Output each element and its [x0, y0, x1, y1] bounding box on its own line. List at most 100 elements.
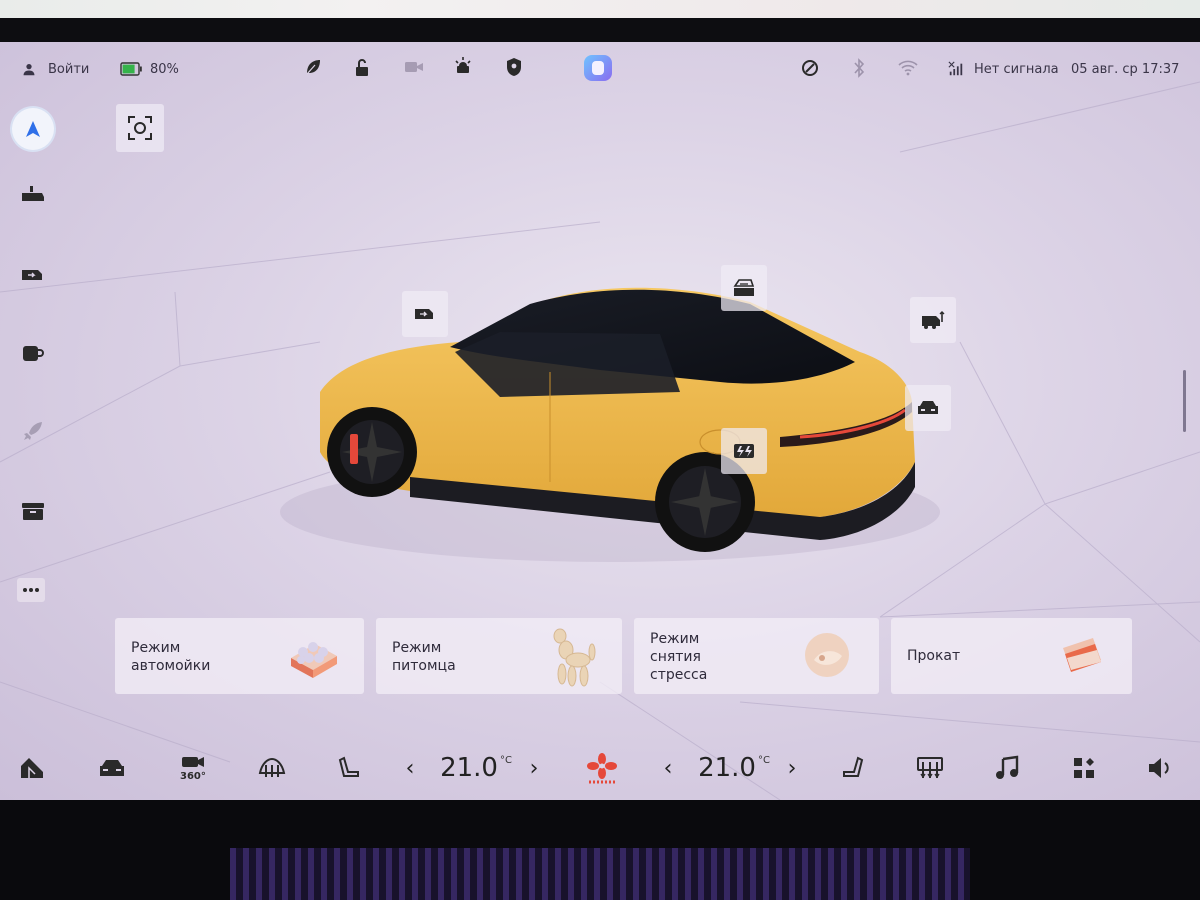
- chevron-right-icon: ›: [529, 755, 539, 781]
- camera-360-icon: 360°: [180, 757, 206, 781]
- mirror-button[interactable]: [14, 176, 52, 214]
- passenger-temp-decrease[interactable]: ‹: [656, 748, 680, 788]
- chevron-left-icon: ‹: [405, 755, 415, 781]
- more-icon: [23, 588, 39, 592]
- chevron-left-icon: ‹: [663, 755, 673, 781]
- card-label-line: автомойки: [131, 658, 211, 674]
- mirror-icon: [22, 186, 44, 201]
- passenger-temp: 21.0: [698, 753, 756, 783]
- user-icon: [23, 64, 35, 76]
- mirror-fold-icon: [415, 309, 433, 319]
- card-label-line: Режим: [392, 640, 442, 656]
- shield-icon[interactable]: [505, 57, 523, 77]
- cup-icon: [23, 346, 44, 361]
- storage-button[interactable]: [14, 492, 52, 530]
- charge-port-icon: [734, 444, 754, 458]
- bluetooth-icon[interactable]: [852, 58, 866, 78]
- passenger-temp-increase[interactable]: ›: [780, 748, 804, 788]
- camera-button[interactable]: [14, 256, 52, 294]
- temp-unit: °C: [499, 754, 512, 766]
- sunshade-hotspot[interactable]: [721, 265, 767, 311]
- balloon-dog-icon: [553, 628, 596, 687]
- datetime: 05 авг. ср 17:37: [1071, 61, 1180, 77]
- battery-status: 80%: [120, 58, 179, 80]
- car-icon: [100, 760, 124, 776]
- eco-leaf-icon[interactable]: [304, 58, 322, 76]
- card-stress-relief-mode[interactable]: Режим снятия стресса: [634, 618, 879, 694]
- card-label-line: стресса: [650, 667, 708, 683]
- card-label-line: Прокат: [907, 648, 961, 664]
- rear-defrost-icon: [258, 757, 286, 777]
- car-lights-hotspot[interactable]: [905, 385, 951, 431]
- front-defrost-button[interactable]: [910, 748, 950, 788]
- svg-text:360°: 360°: [180, 771, 206, 781]
- car-screen: Войти 80% Нет сигнала 05 авг. ср 17:37 Р…: [0, 42, 1200, 800]
- signal-label: Нет сигнала: [974, 61, 1059, 77]
- passenger-seat-icon: [843, 756, 864, 777]
- rental-card-icon: [1063, 638, 1101, 672]
- navigation-button[interactable]: [12, 108, 54, 150]
- driver-temp-increase[interactable]: ›: [522, 748, 546, 788]
- login-button[interactable]: Войти: [22, 58, 89, 80]
- rocket-icon: [24, 422, 42, 440]
- unlock-icon[interactable]: [353, 58, 371, 78]
- car-illustration: [320, 287, 915, 552]
- card-label-line: питомца: [392, 658, 456, 674]
- no-signal-icon: [948, 61, 963, 76]
- dashcam-icon[interactable]: [404, 60, 424, 74]
- assistant-logo-icon[interactable]: [584, 55, 612, 81]
- music-icon: [996, 755, 1019, 779]
- mirror-fold-hotspot[interactable]: [402, 291, 448, 337]
- driver-temp-display: 21.0 °C: [436, 748, 516, 788]
- location-sync-icon[interactable]: [801, 58, 819, 78]
- trunk-open-icon: [922, 311, 945, 329]
- apps-button[interactable]: [1064, 748, 1104, 788]
- trunk-hotspot[interactable]: [910, 297, 956, 343]
- driver-seat-icon: [338, 756, 359, 777]
- network-status: Нет сигнала: [948, 58, 1059, 80]
- rear-defrost-button[interactable]: [252, 748, 292, 788]
- storage-icon: [22, 503, 44, 520]
- scan-button[interactable]: [116, 104, 164, 152]
- card-label-line: Режим: [131, 640, 181, 656]
- front-defrost-icon: [917, 757, 943, 779]
- rocket-button[interactable]: [14, 412, 52, 450]
- charge-port-hotspot[interactable]: [721, 428, 767, 474]
- chevron-right-icon: ›: [787, 755, 797, 781]
- fan-button[interactable]: [580, 748, 624, 788]
- card-label-line: Режим: [650, 631, 700, 647]
- wifi-icon[interactable]: [898, 60, 918, 76]
- apps-icon: [1074, 758, 1094, 778]
- car-front-icon: [918, 401, 938, 414]
- camera-icon: [22, 270, 42, 280]
- scrollbar[interactable]: [1183, 370, 1186, 432]
- vehicle-button[interactable]: [92, 748, 132, 788]
- driver-seat-button[interactable]: [330, 748, 370, 788]
- more-button[interactable]: [17, 578, 45, 602]
- battery-icon: [120, 62, 142, 76]
- camera-360-button[interactable]: 360°: [172, 748, 212, 788]
- card-car-wash-mode[interactable]: Режим автомойки: [115, 618, 364, 694]
- passenger-seat-button[interactable]: [832, 748, 872, 788]
- ambient-light-strip: [230, 848, 970, 900]
- volume-button[interactable]: [1140, 748, 1180, 788]
- temp-unit: °C: [757, 754, 770, 766]
- driver-temp: 21.0: [440, 753, 498, 783]
- battery-percent: 80%: [150, 61, 179, 77]
- top-reflection: [0, 0, 1200, 18]
- driver-temp-decrease[interactable]: ‹: [398, 748, 422, 788]
- car-wash-sponge-icon: [291, 642, 337, 678]
- fan-icon: [587, 753, 617, 784]
- cup-button[interactable]: [14, 334, 52, 372]
- hazard-icon[interactable]: [453, 56, 473, 76]
- stress-ball-icon: [805, 633, 849, 677]
- card-pet-mode[interactable]: Режим питомца: [376, 618, 622, 694]
- login-label: Войти: [48, 61, 90, 77]
- music-button[interactable]: [988, 748, 1028, 788]
- battery-fill: [122, 64, 135, 74]
- home-button[interactable]: [12, 748, 52, 788]
- volume-icon: [1149, 758, 1169, 778]
- passenger-temp-display: 21.0 °C: [694, 748, 774, 788]
- sunshade-icon: [733, 279, 755, 296]
- card-rental-mode[interactable]: Прокат: [891, 618, 1132, 694]
